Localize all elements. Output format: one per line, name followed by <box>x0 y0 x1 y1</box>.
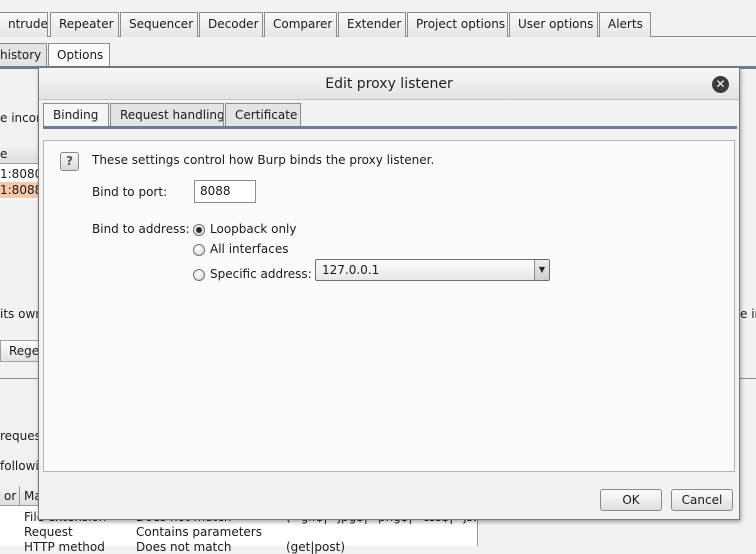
sub-tab-options[interactable]: Options <box>48 43 110 67</box>
dialog-title: Edit proxy listener <box>325 76 453 92</box>
edit-proxy-listener-dialog: Edit proxy listener ✕ Binding Request ha… <box>38 67 740 520</box>
column-header-operator[interactable]: or <box>0 486 20 506</box>
tab-request-handling[interactable]: Request handling <box>110 103 224 127</box>
regenerate-button[interactable]: Rege <box>0 340 40 362</box>
cancel-button[interactable]: Cancel <box>671 489 733 511</box>
table-cell: (get|post) <box>286 540 346 554</box>
table-cell: Does not match <box>136 540 232 554</box>
bg-text-request: reques <box>0 429 41 443</box>
binding-description: These settings control how Burp binds th… <box>92 153 435 167</box>
close-icon[interactable]: ✕ <box>712 76 729 93</box>
help-icon[interactable]: ? <box>60 152 79 171</box>
table-cell: HTTP method <box>24 540 105 554</box>
sub-tab-http-history[interactable]: history <box>0 43 47 67</box>
dialog-tab-underline <box>43 126 737 129</box>
table-row-selected[interactable]: 1:8088 <box>0 182 43 198</box>
table-header: e <box>0 144 40 164</box>
chevron-down-icon[interactable]: ▼ <box>534 260 549 280</box>
table-header-label: e <box>0 147 8 161</box>
tab-sequencer[interactable]: Sequencer <box>120 12 198 37</box>
bind-port-input[interactable]: 8088 <box>194 180 256 203</box>
tab-decoder[interactable]: Decoder <box>199 12 263 37</box>
tab-binding[interactable]: Binding <box>43 103 109 127</box>
bg-text-its-own: its own <box>0 307 43 321</box>
specific-address-radio[interactable] <box>193 269 205 281</box>
specific-address-value: 127.0.0.1 <box>322 263 380 277</box>
tab-extender[interactable]: Extender <box>338 12 406 37</box>
divider <box>738 378 756 379</box>
table-cell: 1:8088 <box>0 183 43 197</box>
table-cell: 1:8080 <box>0 167 43 181</box>
divider <box>0 378 40 379</box>
all-interfaces-label[interactable]: All interfaces <box>210 242 288 256</box>
dialog-titlebar[interactable]: Edit proxy listener ✕ <box>39 68 739 100</box>
tab-comparer[interactable]: Comparer <box>264 12 337 37</box>
table-cell: Contains parameters <box>136 525 262 539</box>
table-row[interactable]: 1:8080 <box>0 166 43 182</box>
tab-alerts[interactable]: Alerts <box>599 12 651 37</box>
loopback-radio[interactable] <box>193 224 205 236</box>
dialog-tab-bar: Binding Request handling Certificate <box>43 103 737 127</box>
bind-port-label: Bind to port: <box>92 185 168 199</box>
ok-button[interactable]: OK <box>600 489 662 511</box>
bind-address-label: Bind to address: <box>92 222 190 236</box>
tab-project-options[interactable]: Project options <box>407 12 508 37</box>
tab-intruder[interactable]: ntruder <box>0 12 48 37</box>
tab-certificate[interactable]: Certificate <box>225 103 301 127</box>
proxy-listeners-table: e 1:8080 1:8088 <box>0 144 43 200</box>
tab-repeater[interactable]: Repeater <box>50 12 119 37</box>
all-interfaces-radio[interactable] <box>193 244 205 256</box>
binding-panel: ? These settings control how Burp binds … <box>43 140 735 472</box>
specific-address-label[interactable]: Specific address: <box>210 267 312 281</box>
specific-address-dropdown[interactable]: 127.0.0.1 ▼ <box>315 259 550 281</box>
tab-user-options[interactable]: User options <box>509 12 598 37</box>
proxy-sub-tab-bar: history Options <box>0 43 120 67</box>
bg-text-following: followi <box>0 459 39 473</box>
loopback-label[interactable]: Loopback only <box>210 222 297 236</box>
table-cell: Request <box>24 525 73 539</box>
bg-text-right: e in <box>740 307 756 321</box>
radio-selected-dot <box>196 227 202 233</box>
main-tab-bar: ntruder Repeater Sequencer Decoder Compa… <box>0 12 756 37</box>
